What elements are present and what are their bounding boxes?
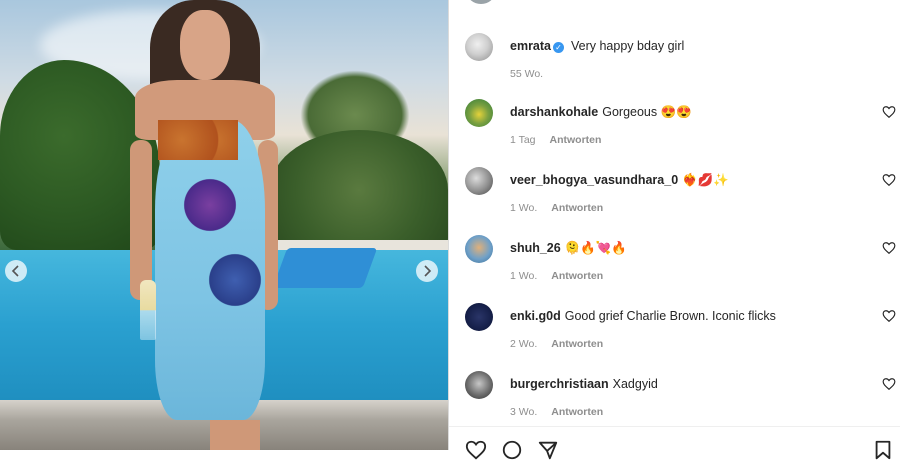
avatar[interactable] [465, 303, 493, 331]
post-photo [0, 0, 448, 450]
comment-text: 🫠🔥💘🔥 [564, 241, 627, 255]
avatar[interactable] [465, 235, 493, 263]
comment-meta: 1 Wo. Antworten [510, 270, 603, 282]
timestamp[interactable]: 1 Wo. [510, 202, 537, 214]
heart-icon[interactable] [465, 439, 487, 461]
carousel-prev-button[interactable] [5, 260, 27, 282]
heart-icon[interactable] [882, 105, 896, 119]
comment-line: veer_bhogya_vasundhara_0 ❤️‍🔥💋✨ [510, 172, 729, 188]
timestamp[interactable]: 55 Wo. [510, 68, 543, 80]
bookmark-icon[interactable] [872, 439, 894, 461]
timestamp[interactable]: 3 Wo. [510, 406, 537, 418]
comment-meta: 3 Wo. Antworten [510, 406, 603, 418]
comment-icon[interactable] [501, 439, 523, 461]
comment-line: burgerchristiaan Xadgyid [510, 376, 658, 392]
avatar[interactable] [465, 99, 493, 127]
username[interactable]: enki.g0d [510, 309, 561, 323]
reply-button[interactable]: Antworten [551, 270, 603, 282]
comment-line: enki.g0d Good grief Charlie Brown. Iconic… [510, 308, 776, 324]
comment-text: ❤️‍🔥💋✨ [682, 173, 729, 187]
username[interactable]: emrata [510, 39, 551, 53]
caption-meta: 55 Wo. [510, 68, 543, 80]
caption-line: emrata ✓ Very happy bday girl [510, 38, 684, 54]
photo-loungers [272, 248, 378, 288]
comment-line: shuh_26 🫠🔥💘🔥 [510, 240, 627, 256]
caption-text: Very happy bday girl [571, 39, 685, 53]
comment-meta: 1 Wo. Antworten [510, 202, 603, 214]
heart-icon[interactable] [882, 173, 896, 187]
username[interactable]: shuh_26 [510, 241, 561, 255]
chevron-left-icon [11, 265, 19, 277]
timestamp[interactable]: 1 Wo. [510, 270, 537, 282]
heart-icon[interactable] [882, 377, 896, 391]
chevron-right-icon [424, 265, 432, 277]
comment-meta: 2 Wo. Antworten [510, 338, 603, 350]
reply-button[interactable]: Antworten [551, 338, 603, 350]
heart-icon[interactable] [882, 309, 896, 323]
username[interactable]: burgerchristiaan [510, 377, 609, 391]
send-icon[interactable] [537, 439, 559, 461]
username[interactable]: veer_bhogya_vasundhara_0 [510, 173, 678, 187]
post-action-bar [449, 426, 900, 460]
photo-trees-right [270, 130, 448, 250]
avatar[interactable] [465, 167, 493, 195]
avatar[interactable] [465, 33, 493, 61]
photo-arm-left [130, 140, 152, 300]
timestamp[interactable]: 1 Tag [510, 134, 536, 146]
photo-face [180, 10, 230, 80]
photo-starfish-2 [205, 250, 265, 310]
heart-icon[interactable] [882, 241, 896, 255]
reply-button[interactable]: Antworten [551, 202, 603, 214]
comment-text: Xadgyid [612, 377, 658, 391]
verified-badge-icon: ✓ [553, 42, 564, 53]
photo-starfish-1 [180, 175, 240, 235]
comment-meta: 1 Tag Antworten [510, 134, 601, 146]
username[interactable]: darshankohale [510, 105, 598, 119]
photo-legs [210, 420, 260, 450]
comment-text: Good grief Charlie Brown. Iconic flicks [564, 309, 776, 323]
reply-button[interactable]: Antworten [551, 406, 603, 418]
comment-text: Gorgeous 😍😍 [602, 105, 692, 119]
avatar[interactable] [465, 371, 493, 399]
photo-champagne-glass [140, 280, 156, 340]
reply-button[interactable]: Antworten [550, 134, 602, 146]
carousel-next-button[interactable] [416, 260, 438, 282]
comment-line: darshankohale Gorgeous 😍😍 [510, 104, 692, 120]
timestamp[interactable]: 2 Wo. [510, 338, 537, 350]
photo-dress-bust [158, 120, 238, 160]
